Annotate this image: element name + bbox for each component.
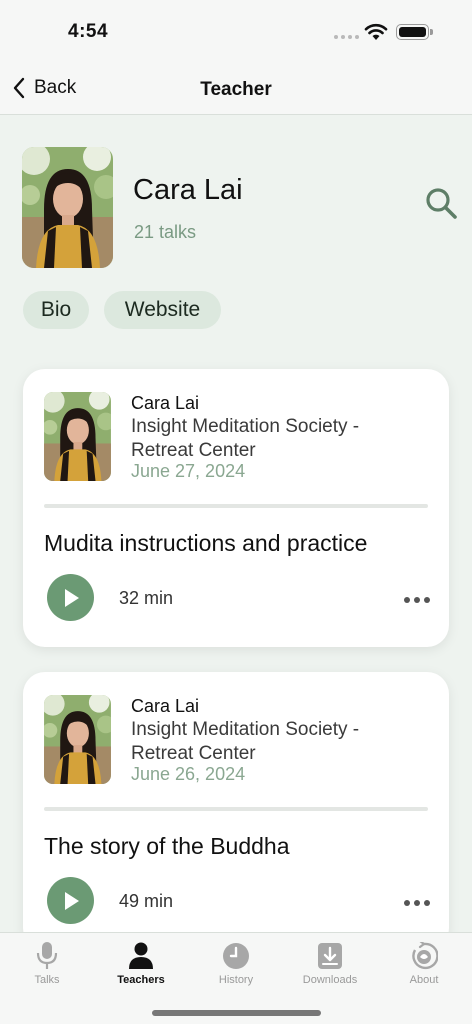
talk-title: Mudita instructions and practice: [44, 530, 368, 556]
download-icon: [318, 943, 342, 969]
tab-history[interactable]: History: [189, 941, 283, 986]
home-indicator: [152, 1010, 321, 1016]
talk-teacher-name: Cara Lai: [131, 393, 200, 413]
talk-title: The story of the Buddha: [44, 833, 290, 859]
navigation-bar: Back Teacher: [0, 64, 472, 115]
talk-duration: 32 min: [119, 588, 174, 608]
tab-downloads[interactable]: Downloads: [283, 941, 377, 986]
tab-teachers[interactable]: Teachers: [94, 941, 188, 986]
tab-talks[interactable]: Talks: [0, 941, 94, 986]
play-icon: [64, 891, 79, 910]
talk-center: Insight Meditation Society - Retreat Cen…: [131, 416, 360, 461]
tab-label: Downloads: [302, 974, 358, 986]
talk-duration: 49 min: [119, 891, 174, 911]
tab-label: Talks: [34, 974, 60, 986]
teacher-photo: [22, 147, 113, 268]
status-time: 4:54: [68, 21, 109, 42]
bio-button[interactable]: Bio: [23, 291, 89, 329]
progress-divider: [44, 504, 428, 508]
tab-label: About: [409, 974, 439, 986]
status-bar: 4:54: [0, 0, 472, 64]
cellular-signal-icon: [334, 35, 359, 39]
more-options-icon[interactable]: [402, 898, 432, 908]
talk-date: June 26, 2024: [131, 764, 246, 784]
tab-label: Teachers: [117, 974, 165, 986]
microphone-icon: [36, 942, 58, 969]
clock-icon: [223, 943, 249, 969]
more-options-icon[interactable]: [402, 595, 432, 605]
talk-teacher-photo: [44, 695, 111, 784]
progress-divider: [44, 807, 428, 811]
teacher-name: Cara Lai: [133, 174, 243, 206]
talk-card[interactable]: Cara Lai Insight Meditation Society - Re…: [23, 672, 449, 950]
talk-teacher-name: Cara Lai: [131, 696, 200, 716]
talk-count: 21 talks: [134, 222, 197, 242]
website-button[interactable]: Website: [104, 291, 221, 329]
wifi-icon: [364, 23, 388, 40]
search-icon[interactable]: [424, 186, 458, 220]
tab-about[interactable]: About: [377, 941, 471, 986]
battery-icon: [396, 24, 433, 40]
talk-center: Insight Meditation Society - Retreat Cen…: [131, 719, 360, 764]
play-button[interactable]: [47, 574, 94, 621]
play-icon: [64, 588, 79, 607]
tab-label: History: [218, 974, 254, 986]
talk-teacher-photo: [44, 392, 111, 481]
talk-card[interactable]: Cara Lai Insight Meditation Society - Re…: [23, 369, 449, 647]
play-button[interactable]: [47, 877, 94, 924]
page-title: Teacher: [200, 79, 272, 100]
person-icon: [129, 942, 153, 969]
talk-date: June 27, 2024: [131, 461, 246, 481]
about-icon: [412, 942, 438, 970]
